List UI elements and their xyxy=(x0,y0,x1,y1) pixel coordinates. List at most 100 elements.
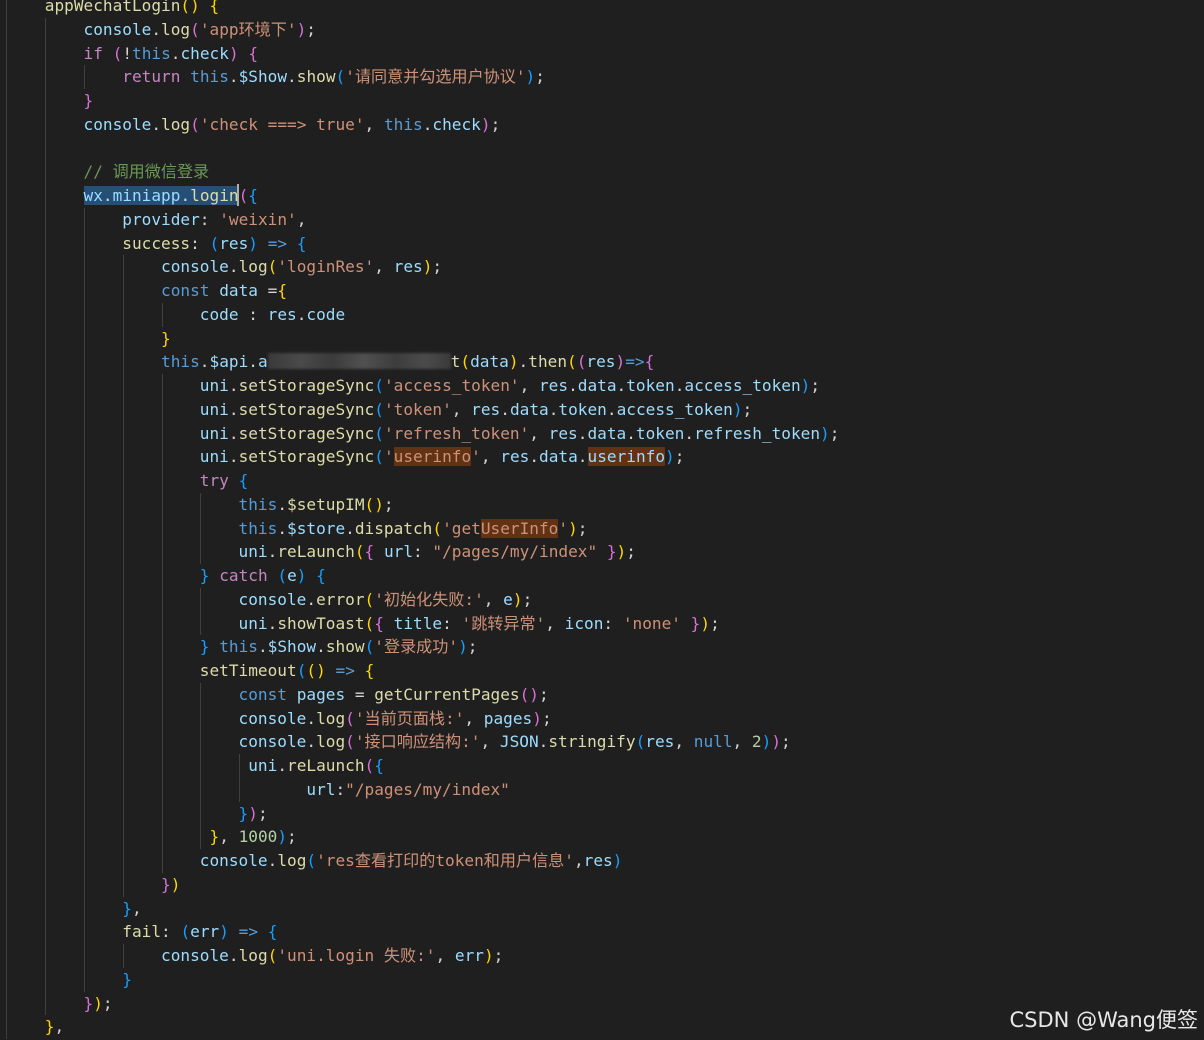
code-line[interactable]: fail: (err) => { xyxy=(6,920,277,944)
code-token: ) xyxy=(480,114,491,134)
code-line[interactable]: this.$store.dispatch('getUserInfo'); xyxy=(6,517,587,541)
code-line[interactable]: uni.reLaunch({ xyxy=(6,754,384,778)
code-line[interactable]: }, xyxy=(6,897,142,921)
code-line[interactable]: const data ={ xyxy=(6,279,287,303)
code-line[interactable]: url:"/pages/my/index" xyxy=(6,778,510,802)
code-line[interactable]: } xyxy=(6,968,132,992)
code-token: log xyxy=(238,257,268,277)
code-token: ! xyxy=(122,43,133,63)
code-line[interactable]: wx.miniapp.login({ xyxy=(6,184,258,208)
code-line[interactable]: uni.setStorageSync('access_token', res.d… xyxy=(6,374,820,398)
code-token: . xyxy=(228,67,239,87)
code-token: ; xyxy=(306,19,316,39)
code-token: : xyxy=(335,779,346,799)
code-token: console xyxy=(238,732,307,752)
code-line[interactable]: } catch (e) { xyxy=(6,564,326,588)
code-line[interactable]: } xyxy=(6,89,94,113)
code-line[interactable]: if (!this.check) { xyxy=(6,42,259,66)
code-token: console xyxy=(161,257,229,277)
code-string: "/pages/my/index" xyxy=(432,542,598,562)
code-line[interactable]: setTimeout(() => { xyxy=(6,659,375,683)
code-line[interactable]: const pages = getCurrentPages(); xyxy=(6,683,549,707)
code-token: . xyxy=(316,637,326,657)
code-token: = xyxy=(345,684,375,704)
code-token: } xyxy=(690,613,701,633)
code-token: => xyxy=(625,352,645,372)
code-token: try xyxy=(199,471,229,490)
code-token: token xyxy=(635,423,685,443)
code-token: 1000 xyxy=(238,827,278,847)
code-line[interactable]: console.log('app环境下'); xyxy=(6,18,316,42)
code-token: . xyxy=(228,447,239,467)
code-token: setStorageSync xyxy=(238,399,375,419)
code-token: => xyxy=(267,233,288,253)
code-line[interactable]: uni.reLaunch({ url: "/pages/my/index" })… xyxy=(6,540,636,564)
code-token: , xyxy=(131,898,142,918)
code-line[interactable]: uni.showToast({ title: '跳转异常', icon: 'no… xyxy=(6,612,720,636)
code-token: this xyxy=(161,352,200,372)
code-token: ( xyxy=(190,19,200,39)
code-token: . xyxy=(518,352,529,372)
code-line[interactable]: uni.setStorageSync('token', res.data.tok… xyxy=(6,398,752,422)
code-token: . xyxy=(422,114,433,134)
code-line[interactable]: console.log('uni.login 失败:', err); xyxy=(6,944,503,968)
code-line[interactable]: provider: 'weixin', xyxy=(6,208,306,232)
code-editor[interactable]: appWechatLogin() { console.log('app环境下')… xyxy=(0,0,1204,1040)
code-token: ) xyxy=(93,993,103,1013)
code-token: ( xyxy=(374,423,384,443)
code-line[interactable]: success: (res) => { xyxy=(6,232,306,256)
code-token: this xyxy=(238,494,278,514)
code-token: ) xyxy=(508,352,519,372)
code-token: , xyxy=(519,376,539,395)
code-string: ' xyxy=(471,447,481,467)
code-token: ) xyxy=(612,851,623,870)
code-line[interactable]: console.log('check ===> true', this.chec… xyxy=(6,113,501,137)
code-line[interactable]: }); xyxy=(6,802,268,826)
code-token: ( xyxy=(238,186,249,205)
code-token: $store xyxy=(287,518,346,538)
code-token: if xyxy=(83,43,103,63)
code-line[interactable]: uni.setStorageSync('refresh_token', res.… xyxy=(6,422,840,446)
code-line[interactable]: console.log('当前页面栈:', pages); xyxy=(6,707,552,731)
code-token: { xyxy=(248,186,258,205)
code-token: ; xyxy=(710,613,720,633)
code-line[interactable]: this.$api.a t(data).then((res)=>{ xyxy=(6,350,654,374)
code-token: } xyxy=(161,874,171,894)
code-string: UserInfo xyxy=(480,518,559,538)
code-line[interactable]: console.log('接口响应结构:', JSON.stringify(re… xyxy=(6,730,791,754)
code-token: } xyxy=(83,993,94,1013)
code-line[interactable]: this.$setupIM(); xyxy=(6,493,394,517)
code-token: this xyxy=(238,518,278,538)
code-token: data xyxy=(470,352,509,372)
code-token: . xyxy=(277,756,288,775)
redacted-text xyxy=(267,353,451,370)
code-line[interactable]: }) xyxy=(6,873,180,897)
code-line[interactable]: return this.$Show.show('请同意并勾选用户协议'); xyxy=(6,65,545,89)
code-line[interactable]: try { xyxy=(6,469,248,493)
code-line[interactable]: uni.setStorageSync('userinfo', res.data.… xyxy=(6,445,684,469)
code-token: => xyxy=(335,661,355,680)
code-token: { xyxy=(364,542,375,562)
code-token: res xyxy=(219,233,249,253)
code-line[interactable]: }, 1000); xyxy=(6,825,296,849)
code-line[interactable]: appWechatLogin() { xyxy=(6,0,219,18)
code-line[interactable]: } xyxy=(6,327,171,351)
code-line[interactable]: // 调用微信登录 xyxy=(6,160,210,184)
code-token: { xyxy=(364,661,375,680)
code-line[interactable]: console.log('loginRes', res); xyxy=(6,255,442,279)
code-token: , xyxy=(480,447,501,467)
code-line[interactable]: }, xyxy=(6,1015,64,1039)
code-line[interactable]: } this.$Show.show('登录成功'); xyxy=(6,635,478,659)
code-line[interactable]: console.log('res查看打印的token和用户信息',res) xyxy=(6,849,623,873)
code-token: () xyxy=(519,684,539,704)
code-token: check xyxy=(432,114,481,134)
code-token: console xyxy=(199,851,268,870)
code-line[interactable]: }); xyxy=(6,992,113,1016)
code-line[interactable]: code : res.code xyxy=(6,303,345,327)
code-token: : xyxy=(161,922,181,942)
code-line[interactable]: console.error('初始化失败:', e); xyxy=(6,588,533,612)
